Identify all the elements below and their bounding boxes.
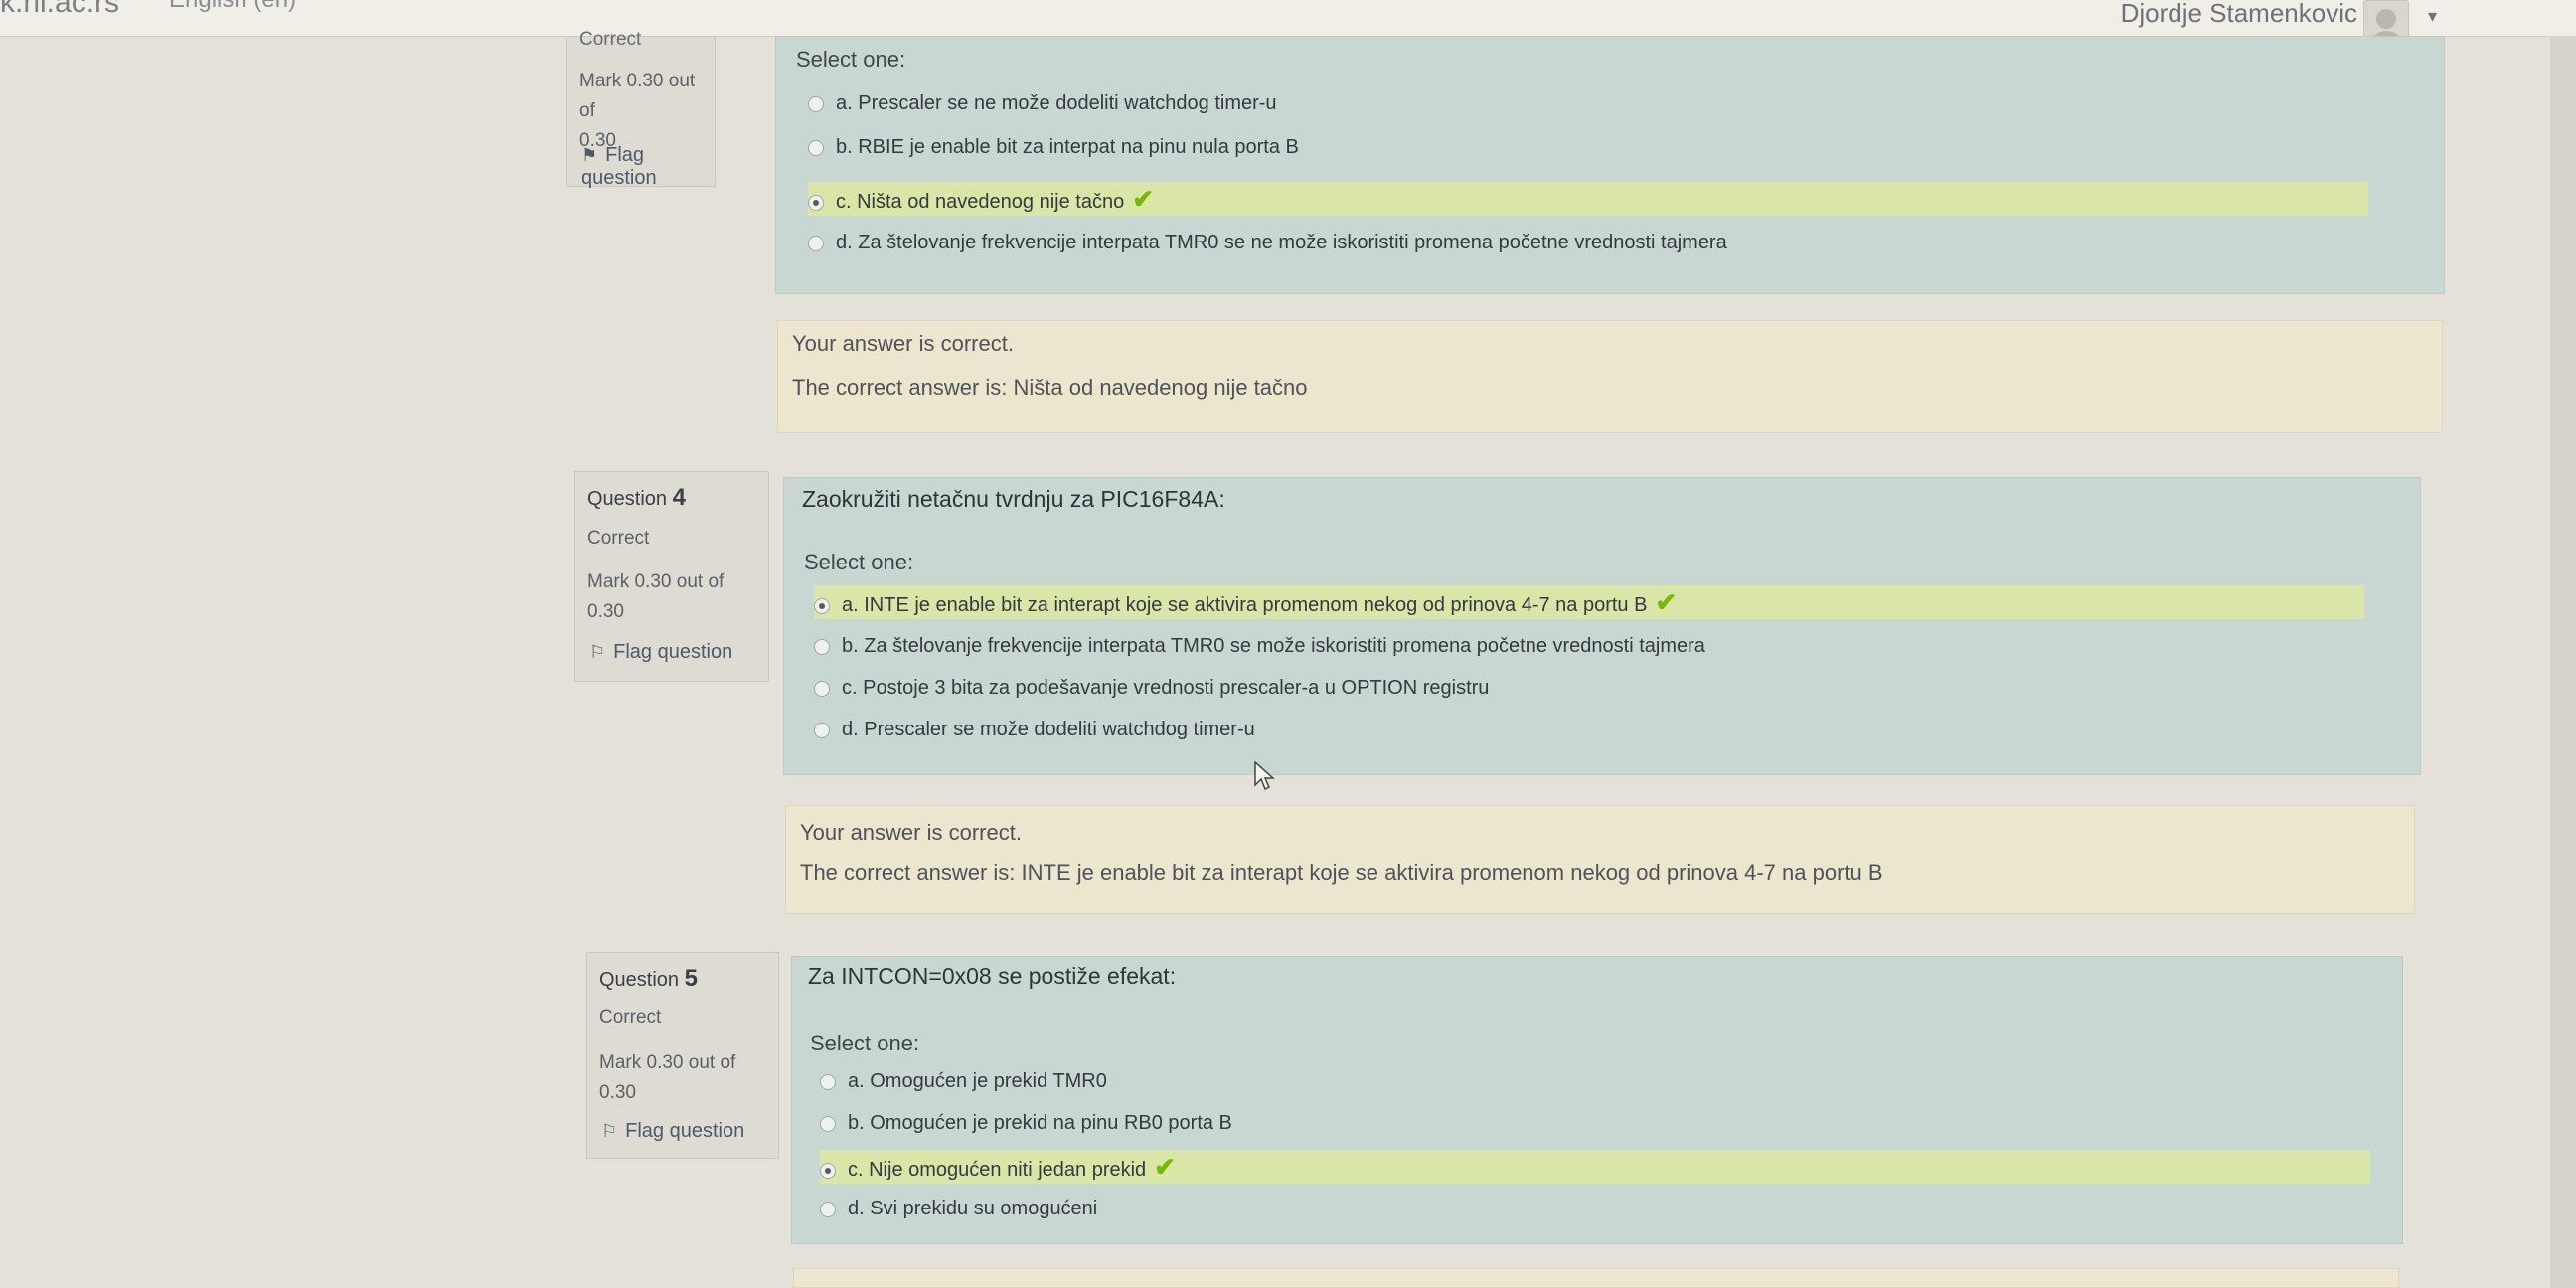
tick-icon: ✔: [1655, 587, 1678, 617]
feedback-status: Your answer is correct.: [792, 331, 1014, 356]
radio-button[interactable]: [808, 194, 824, 211]
radio-button[interactable]: [814, 638, 830, 655]
question-mark: Mark 0.30 out of 0.30: [579, 71, 696, 151]
question-formulation-q4: Zaokružiti netačnu tvrdnju za PIC16F84A:…: [783, 477, 2421, 775]
radio-button[interactable]: [820, 1201, 836, 1217]
radio-button[interactable]: [814, 722, 830, 738]
tick-icon: ✔: [1132, 184, 1154, 214]
question-info-q5: Question 5 Correct Mark 0.30 out of 0.30…: [586, 952, 779, 1159]
select-one-prompt: Select one:: [810, 1031, 920, 1055]
flag-question-button[interactable]: ⚑ Flag question: [581, 144, 715, 190]
radio-button[interactable]: [814, 597, 830, 614]
radio-button[interactable]: [808, 235, 824, 251]
answer-option-c[interactable]: c. Ništa od navedenog nije tačno ✔: [808, 182, 2368, 216]
select-one-prompt: Select one:: [804, 550, 914, 574]
radio-button[interactable]: [820, 1115, 836, 1132]
answer-option-d[interactable]: d. Za štelovanje frekvencije interpata T…: [808, 226, 2398, 259]
top-navbar: k.ni.ac.rs English (en) Djordje Stamenko…: [0, 0, 2576, 48]
correct-answer-text: The correct answer is: Ništa od navedeno…: [792, 375, 1308, 400]
page-right-edge: [2550, 36, 2576, 1288]
question-info-q3: Correct Mark 0.30 out of 0.30 ⚑ Flag ques…: [566, 29, 716, 190]
answer-option-d[interactable]: d. Svi prekidu su omogućeni: [820, 1192, 2350, 1225]
tick-icon: ✔: [1154, 1152, 1176, 1182]
flag-icon: ⚑: [581, 145, 598, 165]
radio-button[interactable]: [820, 1162, 836, 1179]
question-formulation-q3: Select one: a. Prescaler se ne može dode…: [775, 36, 2445, 294]
answer-option-b[interactable]: b. Omogućen je prekid na pinu RB0 porta …: [820, 1106, 2350, 1140]
select-one-prompt: Select one:: [796, 47, 906, 72]
flag-question-button[interactable]: ⚐ Flag question: [589, 641, 732, 664]
question-number: Question 5: [599, 965, 698, 992]
question-text: Zaokružiti netačnu tvrdnju za PIC16F84A:: [802, 486, 1225, 512]
question-state: Correct: [579, 29, 642, 50]
question-info-q4: Question 4 Correct Mark 0.30 out of 0.30…: [574, 471, 769, 682]
user-name[interactable]: Djordje Stamenkovic: [2121, 0, 2357, 29]
radio-button[interactable]: [808, 139, 824, 156]
answer-option-b[interactable]: b. RBIE je enable bit za interpat na pin…: [808, 130, 2348, 164]
answer-option-c[interactable]: c. Postoje 3 bita za podešavanje vrednos…: [814, 671, 2364, 705]
flag-icon: ⚐: [601, 1121, 618, 1141]
answer-option-a[interactable]: a. INTE je enable bit za interapt koje s…: [814, 585, 2364, 619]
question-number: Question 4: [587, 484, 686, 511]
language-menu[interactable]: English (en): [169, 0, 296, 14]
radio-button[interactable]: [820, 1073, 836, 1090]
question-state: Correct: [587, 528, 650, 549]
cursor-arrow-icon: [1254, 761, 1275, 791]
caret-down-icon[interactable]: ▾: [2428, 6, 2437, 27]
feedback-q3: Your answer is correct. The correct answ…: [777, 320, 2443, 433]
question-mark: Mark 0.30 out of 0.30: [599, 1052, 736, 1103]
answer-option-a[interactable]: a. Prescaler se ne može dodeliti watchdo…: [808, 86, 2348, 120]
feedback-status: Your answer is correct.: [800, 820, 1022, 845]
answer-option-b[interactable]: b. Za štelovanje frekvencije interpata T…: [814, 629, 2364, 663]
question-text: Za INTCON=0x08 se postiže efekat:: [808, 963, 1177, 989]
answer-option-c[interactable]: c. Nije omogućen niti jedan prekid ✔: [820, 1150, 2370, 1184]
flag-icon: ⚐: [589, 642, 606, 662]
question-formulation-q5: Za INTCON=0x08 se postiže efekat: Select…: [791, 956, 2403, 1244]
answer-option-a[interactable]: a. Omogućen je prekid TMR0: [820, 1064, 2350, 1098]
feedback-q5-partial: [793, 1268, 2399, 1288]
radio-button[interactable]: [814, 680, 830, 697]
radio-button[interactable]: [808, 95, 824, 112]
feedback-q4: Your answer is correct. The correct answ…: [785, 805, 2415, 914]
question-mark: Mark 0.30 out of 0.30: [587, 571, 724, 622]
answer-option-d[interactable]: d. Prescaler se može dodeliti watchdog t…: [814, 713, 2364, 746]
site-label[interactable]: k.ni.ac.rs: [0, 0, 119, 20]
question-state: Correct: [599, 1007, 662, 1028]
correct-answer-text: The correct answer is: INTE je enable bi…: [800, 860, 1883, 885]
flag-question-button[interactable]: ⚐ Flag question: [601, 1120, 744, 1143]
